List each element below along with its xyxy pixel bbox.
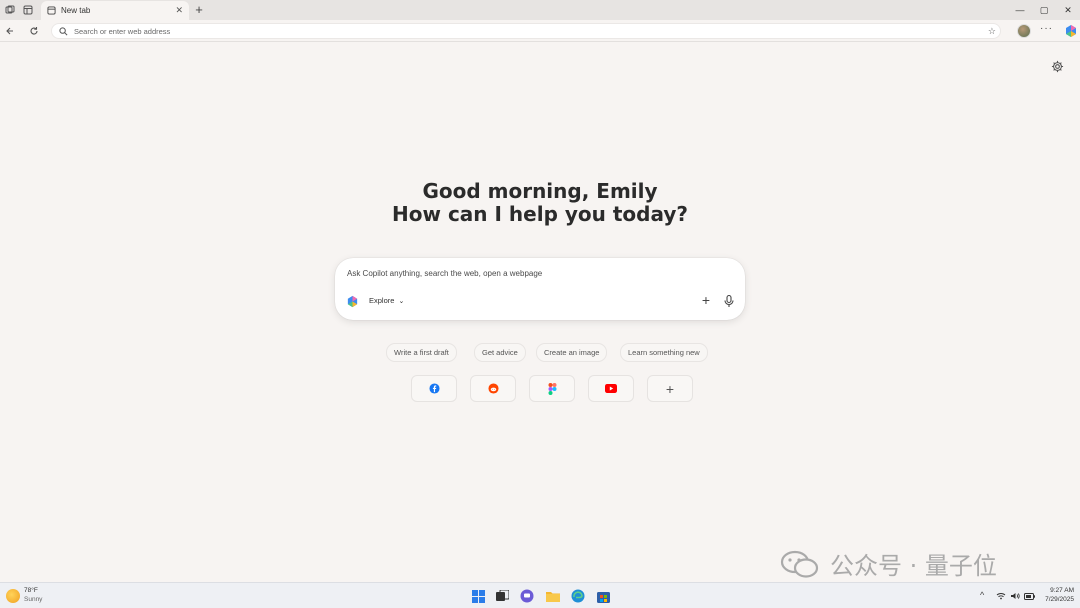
weather-condition[interactable]: Sunny [24, 596, 42, 603]
weather-temp[interactable]: 78°F [24, 587, 38, 594]
page-settings-gear-icon[interactable] [1051, 60, 1064, 73]
back-arrow-icon[interactable] [2, 23, 18, 39]
window-controls: — ▢ ✕ [1008, 0, 1080, 20]
explore-dropdown[interactable]: Explore ⌄ [369, 296, 404, 305]
suggestion-write-first-draft[interactable]: Write a first draft [386, 343, 457, 362]
battery-icon[interactable] [1024, 593, 1035, 600]
close-tab-icon[interactable]: ✕ [175, 5, 183, 16]
tray-overflow-chevron-icon[interactable]: ^ [980, 590, 984, 600]
clock-time[interactable]: 9:27 AM [1046, 587, 1074, 594]
add-shortcut-icon: + [665, 380, 675, 397]
profile-avatar[interactable] [1017, 24, 1031, 38]
tab-strip: New tab ✕ + — ▢ ✕ [0, 0, 1080, 20]
edge-browser-icon[interactable] [570, 588, 586, 604]
tab-new-tab[interactable]: New tab ✕ [41, 1, 189, 20]
greeting: Good morning, Emily How can I help you t… [340, 180, 740, 226]
copilot-logo-icon [347, 295, 358, 308]
quick-link-add[interactable]: + [647, 375, 693, 402]
reddit-icon [487, 383, 499, 394]
quick-link-youtube[interactable] [588, 375, 634, 402]
tab-title: New tab [61, 6, 91, 15]
tab-actions-icon[interactable] [18, 0, 38, 20]
workspaces-icon[interactable] [0, 0, 20, 20]
suggestion-get-advice[interactable]: Get advice [474, 343, 526, 362]
add-attachment-button[interactable]: + [699, 292, 713, 308]
browser-toolbar: ☆ [0, 20, 1080, 42]
more-options-button[interactable]: ··· [1040, 23, 1053, 34]
wechat-icon [780, 550, 819, 578]
start-windows-icon[interactable] [470, 588, 486, 604]
watermark-text: 公众号 · 量子位 [830, 552, 997, 580]
figma-icon [548, 382, 556, 395]
maximize-button[interactable]: ▢ [1032, 0, 1056, 20]
refresh-icon[interactable] [26, 23, 42, 39]
volume-icon[interactable] [1010, 592, 1020, 600]
greeting-line-1: Good morning, Emily [422, 179, 658, 203]
chevron-down-icon: ⌄ [398, 297, 405, 305]
store-icon[interactable] [595, 588, 611, 604]
greeting-line-2: How can I help you today? [392, 202, 688, 226]
wifi-icon[interactable] [996, 592, 1006, 600]
file-explorer-icon[interactable] [545, 588, 561, 604]
clock-date[interactable]: 7/29/2025 [1040, 596, 1074, 603]
weather-sun-icon[interactable] [6, 589, 20, 603]
search-icon [59, 26, 68, 35]
quick-link-reddit[interactable] [470, 375, 516, 402]
address-bar[interactable]: ☆ [51, 23, 1001, 39]
quick-link-facebook[interactable] [411, 375, 457, 402]
suggestion-learn-something-new[interactable]: Learn something new [620, 343, 708, 362]
new-tab-page-icon [47, 6, 56, 15]
youtube-icon [605, 384, 617, 393]
copilot-prompt-input[interactable] [347, 269, 727, 278]
wechat-watermark: 公众号 · 量子位 [780, 546, 997, 581]
chat-app-icon[interactable] [519, 588, 535, 604]
explore-label: Explore [369, 296, 395, 305]
copilot-icon[interactable] [1064, 24, 1078, 38]
task-view-icon[interactable] [494, 588, 510, 604]
address-input[interactable] [74, 26, 954, 36]
copilot-chat-box: Explore ⌄ + [335, 258, 745, 320]
suggestion-create-image[interactable]: Create an image [536, 343, 608, 362]
facebook-icon [428, 383, 440, 394]
minimize-button[interactable]: — [1008, 0, 1032, 20]
add-favorite-icon[interactable]: ☆ [988, 26, 996, 37]
new-tab-button[interactable]: + [192, 2, 206, 17]
microphone-icon[interactable] [722, 294, 736, 308]
quick-link-figma[interactable] [529, 375, 575, 402]
close-window-button[interactable]: ✕ [1056, 0, 1080, 20]
taskbar: 78°F Sunny ^ 9:27 AM 7/29/2025 [0, 582, 1080, 608]
